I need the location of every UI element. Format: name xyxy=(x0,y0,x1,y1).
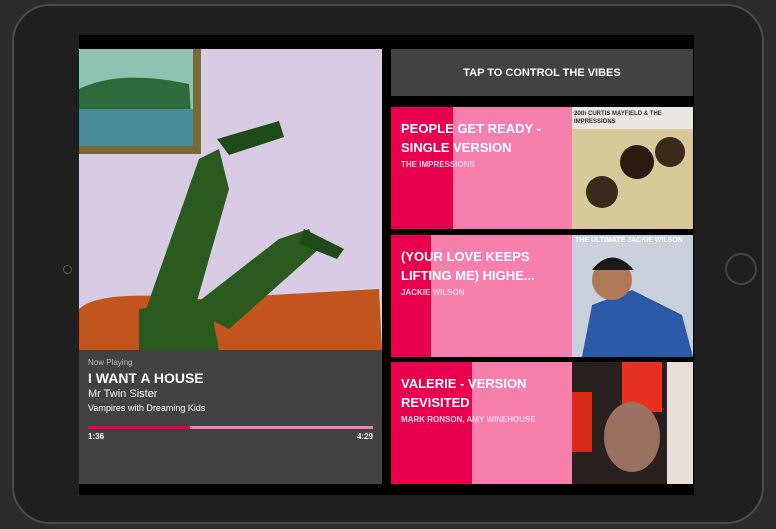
track-album: Vampires with Dreaming Kids xyxy=(88,403,206,413)
queue-artist: THE IMPRESSIONS xyxy=(401,160,475,169)
cover-text: 20th CURTIS MAYFIELD & THE IMPRESSIONS xyxy=(574,111,662,125)
progress-fill xyxy=(88,426,190,429)
queue-cover-art: THE ULTIMATE JACKIE WILSON xyxy=(572,235,693,357)
queue-item[interactable]: VALERIE - VERSION REVISITED MARK RONSON,… xyxy=(391,362,693,484)
camera-icon xyxy=(63,265,72,274)
control-vibes-button[interactable]: TAP TO CONTROL THE VIBES xyxy=(391,49,693,96)
now-playing-panel: Now Playing I WANT A HOUSE Mr Twin Siste… xyxy=(79,49,382,484)
queue-artist: JACKIE WILSON xyxy=(401,288,465,297)
queue-item[interactable]: PEOPLE GET READY - SINGLE VERSION THE IM… xyxy=(391,107,693,229)
home-button[interactable] xyxy=(725,253,757,285)
app-screen: Now Playing I WANT A HOUSE Mr Twin Siste… xyxy=(79,35,694,495)
queue-item[interactable]: (YOUR LOVE KEEPS LIFTING ME) HIGHE... JA… xyxy=(391,235,693,357)
queue-title: VALERIE - VERSION REVISITED xyxy=(401,376,527,410)
cover-text: THE ULTIMATE JACKIE WILSON xyxy=(575,237,683,244)
queue-artist: MARK RONSON, AMY WINEHOUSE xyxy=(401,415,536,424)
queue-title: PEOPLE GET READY - SINGLE VERSION xyxy=(401,121,541,155)
elapsed-time: 1:36 xyxy=(88,432,105,441)
total-time: 4:29 xyxy=(356,432,373,441)
queue-cover-art xyxy=(572,362,693,484)
now-playing-label: Now Playing xyxy=(88,358,133,367)
progress-bar[interactable] xyxy=(88,426,373,429)
queue-cover-art: 20th CURTIS MAYFIELD & THE IMPRESSIONS xyxy=(572,107,693,229)
album-art xyxy=(79,49,382,350)
track-title: I WANT A HOUSE xyxy=(88,370,204,386)
queue-title: (YOUR LOVE KEEPS LIFTING ME) HIGHE... xyxy=(401,249,535,283)
track-artist: Mr Twin Sister xyxy=(88,388,158,400)
